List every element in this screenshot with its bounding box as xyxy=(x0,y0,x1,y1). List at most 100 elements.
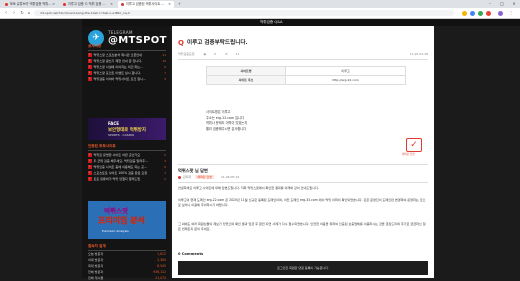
banner-line3: Premium Analysis xyxy=(102,229,129,233)
extension-icon[interactable] xyxy=(478,10,483,16)
address-bar-row: ‹ › ↻ ⌂ mt-spot.net/?do=board-bang-the-t… xyxy=(0,8,520,19)
verified-list: • 먹튀로 유명한 사이트 어떤 곳인가요 5 • 두 군데 검증 해주세요. 먹튀검… xyxy=(88,152,166,182)
url-input[interactable]: mt-spot.net/?do=board-bang-the-t-tah-r=t… xyxy=(34,10,454,16)
list-item-label: 먹튀스팟 포인트 이벤트 실시 합니다. xyxy=(93,71,142,75)
comment-count: 11 xyxy=(235,52,240,56)
list-item-label: 먹튀로 유명한 사이트 어떤 곳인가요 xyxy=(93,153,141,157)
eye-icon: ◉ xyxy=(203,52,207,56)
post-title: Q 이루고 검증부탁드립니다. xyxy=(178,38,248,47)
list-item[interactable]: • 토토 유튜버가 먹튀 당했다 알려드립 2 xyxy=(88,176,166,182)
answer-date: 11.26 05:12 xyxy=(220,175,240,179)
browser-tab[interactable]: 이루고 검증 ㅁ 먹튀 검증 … × xyxy=(60,1,116,8)
banner-line2: 프리미엄 분석 xyxy=(98,216,145,225)
answer-author[interactable]: 관리자 xyxy=(183,175,191,179)
new-tab-button[interactable]: + xyxy=(176,1,184,8)
divider xyxy=(88,150,166,151)
reload-icon[interactable]: ↻ xyxy=(19,10,25,16)
favicon-icon xyxy=(5,3,8,6)
stat-label: 전체 방문자 xyxy=(88,270,104,274)
list-item[interactable]: • 먹튀검증 이이어 먹튀사이트 요건 합니… 9 xyxy=(88,76,166,82)
verified-section-title: 인증된 토토사이트 xyxy=(88,144,116,148)
tab-title: 이루고 검증된 먹튀사이트 … xyxy=(126,2,165,6)
list-item-label: 토토 유튜버가 먹튀 당했다 알려드립 xyxy=(93,177,141,181)
comment-icon: ✉ xyxy=(225,52,228,56)
notice-list: • 먹튀스팟 스포츠분석 제시판 오픈안내 11 • 먹튀스팟 글쓰기 제한 안내 문… xyxy=(88,52,166,82)
comments-title: 0 Comments xyxy=(178,252,204,256)
ad-banner-face[interactable]: FACE 보안형태로 먹튀방지 SPORTS · CASINO xyxy=(88,118,166,140)
author-avatar xyxy=(178,175,181,179)
table-value[interactable]: http://erg-22.com xyxy=(285,75,406,85)
stat-label: 최대 방문자 xyxy=(88,264,104,268)
divider xyxy=(178,182,428,183)
bullet-icon: • xyxy=(88,171,92,175)
comment-count: 2 xyxy=(164,177,166,181)
browser-tab[interactable]: 토토 유튜브가 먹튀검증 먹튀… × xyxy=(2,1,58,8)
answer-paragraph: 이루고의 현재 도메인 erg-22.com 은 2020년 11월 신규로 등… xyxy=(178,198,426,207)
site-info-table: 사이트명 이루고 사이트 주소 http://erg-22.com xyxy=(206,66,406,85)
tab-bar: 토토 유튜브가 먹튀검증 먹튀… × 이루고 검증 ㅁ 먹튀 검증 … × 이루… xyxy=(0,0,520,8)
extension-icon[interactable] xyxy=(486,10,491,16)
visitor-stats: 오늘 방문자 1,612 어제 방문자 2,384 최대 방문자 8,540 전체 방… xyxy=(88,251,166,281)
close-window-icon[interactable]: × xyxy=(508,0,520,8)
nav-menu-qa[interactable]: 먹튀검증 Q&A xyxy=(260,19,282,26)
post-title-text: 이루고 검증부탁드립니다. xyxy=(186,40,248,46)
list-item-label: 먹튀스팟 스포츠분석 제시판 오픈안내 xyxy=(93,53,143,57)
accepted-label: 채택된 답변 xyxy=(402,153,415,156)
close-tab-icon[interactable]: × xyxy=(168,1,171,8)
banner-title: FACE xyxy=(108,121,120,126)
extension-icon[interactable] xyxy=(470,10,475,16)
table-row: 사이트 주소 http://erg-22.com xyxy=(206,75,406,85)
stat-label: 어제 방문자 xyxy=(88,258,104,262)
back-icon[interactable]: ‹ xyxy=(3,10,9,16)
close-tab-icon[interactable]: × xyxy=(110,1,113,8)
banner-sub: SPORTS · CASINO xyxy=(108,133,135,137)
browser-tab-active[interactable]: 이루고 검증된 먹튀사이트 … × xyxy=(118,1,174,8)
answer-paragraph: 안녕하세요 이루고 사이트에 대해 답변드립니다. 저희 먹튀스팟에서 확인한 … xyxy=(178,186,319,190)
answer-paragraph: 그 외에도 여러 회원님들의 제보가 있었으며 확인 결과 입금 후 환전 지연… xyxy=(178,222,426,231)
forward-icon[interactable]: › xyxy=(11,10,17,16)
comment-count: 9 xyxy=(164,77,166,81)
divider xyxy=(178,164,428,165)
menu-icon[interactable]: ⋮ xyxy=(508,10,514,16)
stat-value: 21,073 xyxy=(155,276,166,280)
list-item-label: 먹튀스팟 사설에 이어지는 이건 하는… xyxy=(93,65,144,69)
answer-tag: 채택된 답변 xyxy=(195,175,214,179)
star-icon[interactable] xyxy=(462,10,467,16)
stats-section-title: 접속자 집계 xyxy=(88,244,106,248)
profile-icon[interactable] xyxy=(498,10,503,16)
bullet-icon: • xyxy=(88,159,92,163)
list-item-label: 먹튀스팟 글쓰기 제한 안내 문 입니다. xyxy=(93,59,143,63)
answer-meta: 관리자 채택된 답변 11.26 05:12 xyxy=(178,175,239,179)
list-item-label: 두 군데 검증 해주세요. 먹튀검증 알려주… xyxy=(93,159,149,163)
ad-banner-premium[interactable]: 먹튀스팟 프리미엄 분석 Premium Analysis xyxy=(88,201,166,239)
right-background xyxy=(434,26,520,278)
bullet-icon: • xyxy=(88,65,92,69)
table-key: 사이트 주소 xyxy=(206,75,286,85)
check-icon: ✓ xyxy=(406,138,422,152)
maximize-icon[interactable]: □ xyxy=(496,0,508,8)
table-row: 사이트명 이루고 xyxy=(206,66,406,76)
banner-line1: 먹튀스팟 xyxy=(104,207,128,215)
list-item-label: 스포츠토토 사이트 100% 검증 완료 요청 xyxy=(93,171,148,175)
home-icon[interactable]: ⌂ xyxy=(26,10,32,16)
bullet-icon: • xyxy=(88,71,92,75)
post-body: 사이트명은 이루고 주소는 erg-22.com 입니다 먹튀나 문제도 이력이… xyxy=(206,110,247,132)
favicon-icon xyxy=(121,3,124,6)
bullet-icon: • xyxy=(88,177,92,181)
body-line: 먹튀나 문제도 이력이 있었는지 xyxy=(206,121,248,126)
bullet-icon: • xyxy=(88,153,92,157)
sidebar: ✈ TELEGRAM @MTSPOT 공지사항 • 먹튀스팟 스포츠분석 제시판 … xyxy=(82,26,170,281)
comment-login-notice[interactable]: 로그인한 회원만 댓글 등록이 가능합니다. xyxy=(178,261,428,275)
list-item-label: 먹튀검증 이이어 먹튀사이트 요건 합니… xyxy=(93,77,147,81)
table-key: 사이트명 xyxy=(206,66,286,76)
stat-label: 오늘 방문자 xyxy=(88,252,104,256)
close-tab-icon[interactable]: × xyxy=(52,1,55,8)
author-name[interactable]: 먹튀검증요청 xyxy=(178,51,195,57)
tab-title: 토토 유튜브가 먹튀검증 먹튀… xyxy=(10,2,52,6)
table-value: 이루고 xyxy=(285,66,406,76)
logo-title: @MTSPOT xyxy=(108,35,167,46)
list-item-label: 먹튀인증 사이트 중에 이용해도 되는 곳… xyxy=(93,165,148,169)
post-date: 11.26 03:38 xyxy=(409,52,428,56)
minimize-icon[interactable]: – xyxy=(484,0,496,8)
favicon-icon xyxy=(63,3,66,6)
